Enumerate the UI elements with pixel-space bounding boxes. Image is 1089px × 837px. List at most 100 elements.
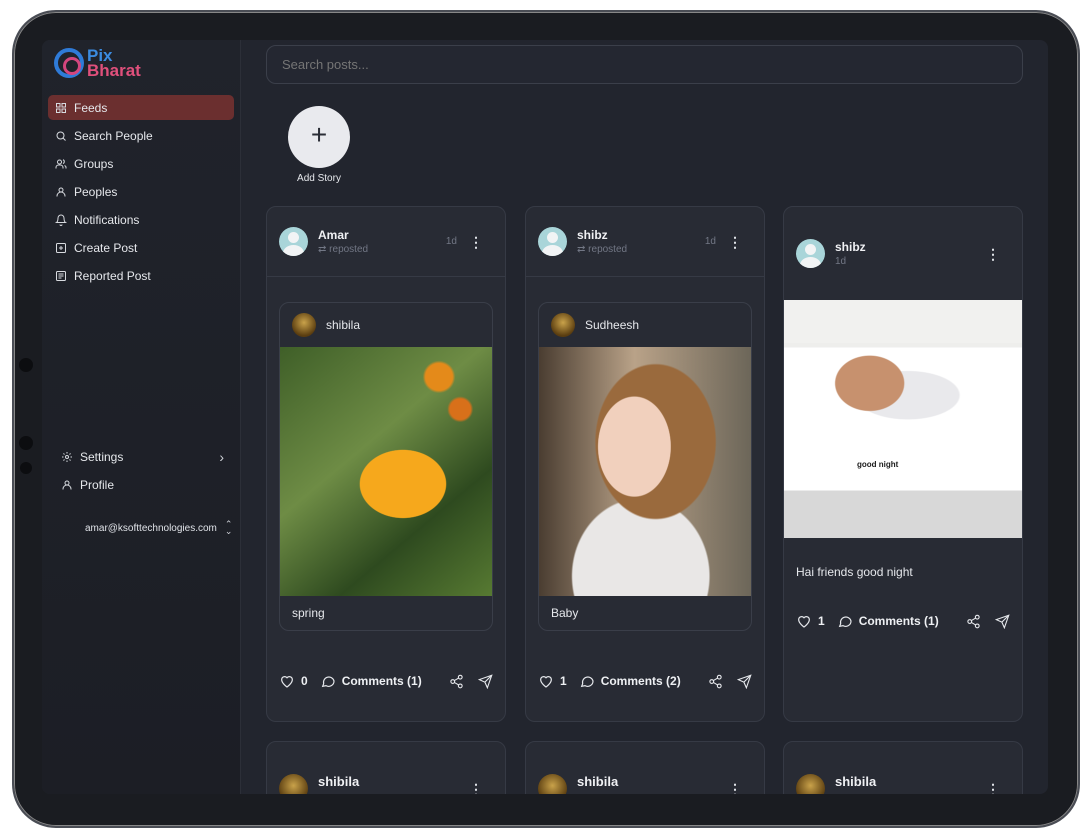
avatar[interactable]: [538, 227, 567, 256]
repost-label: ⇄ reposted: [318, 244, 369, 255]
avatar[interactable]: [796, 239, 825, 268]
avatar[interactable]: [551, 313, 575, 337]
like-count: 1: [818, 614, 825, 628]
comments-label: Comments (1): [858, 614, 939, 628]
sidebar-nav: Feeds Search People Groups Peoples Notif…: [48, 95, 234, 291]
sidebar-item-peoples[interactable]: Peoples: [48, 179, 234, 204]
post-image[interactable]: [280, 347, 492, 596]
heart-icon: [281, 676, 293, 688]
post-card: shibila ⋮: [783, 741, 1023, 794]
post-caption: Baby: [551, 606, 579, 620]
post-header: shibz ⇄ reposted 1d ⋮: [526, 207, 764, 276]
sidebar-item-profile[interactable]: Profile: [54, 472, 224, 497]
sidebar-item-reported-post[interactable]: Reported Post: [48, 263, 234, 288]
post-actions: 1 Comments (1): [784, 613, 1022, 629]
comments-label: Comments (1): [341, 674, 422, 688]
more-options-icon[interactable]: ⋮: [728, 235, 742, 249]
post-header: shibz 1d ⋮: [784, 207, 1022, 300]
repost-icon: ⇄: [318, 244, 330, 255]
post-author[interactable]: Amar: [318, 228, 368, 242]
app-logo[interactable]: Pix Bharat: [54, 47, 141, 79]
like-count: 1: [560, 674, 567, 688]
comments-button[interactable]: Comments (2): [579, 673, 681, 689]
comments-button[interactable]: Comments (1): [837, 613, 939, 629]
add-story[interactable]: + Add Story: [287, 106, 351, 184]
image-overlay-text: good night: [857, 460, 899, 469]
sidebar-item-create-post[interactable]: Create Post: [48, 235, 234, 260]
app-screen: Pix Bharat Feeds Search People Groups Pe…: [42, 40, 1048, 794]
more-options-icon[interactable]: ⋮: [728, 782, 742, 794]
post-author[interactable]: shibz: [835, 240, 866, 254]
share-icon[interactable]: [449, 674, 464, 689]
post-author[interactable]: shibila: [577, 774, 618, 789]
camera-dot: [19, 358, 33, 372]
users-icon: [55, 158, 67, 168]
avatar[interactable]: [279, 774, 308, 794]
send-icon[interactable]: [737, 673, 752, 689]
post-card: shibz 1d ⋮ good night Hai friends good n…: [783, 206, 1023, 722]
sidebar: Pix Bharat Feeds Search People Groups Pe…: [42, 40, 241, 794]
sidebar-item-notifications[interactable]: Notifications: [48, 207, 234, 232]
comments-button[interactable]: Comments (1): [320, 673, 422, 689]
heart-icon: [798, 616, 810, 628]
camera-dot: [20, 462, 32, 474]
post-image[interactable]: good night: [784, 300, 1022, 538]
share-icon[interactable]: [708, 674, 723, 689]
post-time: 1d: [445, 236, 457, 247]
post-header: Amar ⇄ reposted 1d ⋮: [267, 207, 505, 276]
post-card: Amar ⇄ reposted 1d ⋮ shibila spring 0 Co…: [266, 206, 506, 722]
repost-icon: ⇄: [577, 244, 589, 255]
plus-square-icon: [56, 242, 66, 253]
post-author[interactable]: shibila: [835, 774, 876, 789]
sidebar-item-label: Notifications: [74, 212, 140, 227]
sidebar-item-search-people[interactable]: Search People: [48, 123, 234, 148]
camera-dot: [19, 436, 33, 450]
search-icon: [56, 131, 66, 141]
post-time: 1d: [704, 236, 716, 247]
original-author[interactable]: shibila: [326, 318, 360, 332]
account-switcher[interactable]: amar@ksofttechnologies.com ⌃ ⌄: [85, 520, 232, 536]
avatar[interactable]: [279, 227, 308, 256]
post-card: shibila ⋮: [266, 741, 506, 794]
more-options-icon[interactable]: ⋮: [986, 247, 1000, 261]
grid-icon: [56, 102, 66, 113]
post-author[interactable]: shibila: [318, 774, 359, 789]
sidebar-item-label: Feeds: [74, 100, 108, 115]
sidebar-item-label: Reported Post: [74, 268, 151, 283]
logo-icon: [54, 48, 84, 78]
divider: [526, 276, 764, 277]
sidebar-item-label: Profile: [80, 477, 115, 492]
like-count: 0: [301, 674, 308, 688]
reposted-content: Sudheesh Baby: [538, 302, 752, 631]
share-icon[interactable]: [966, 614, 981, 629]
avatar[interactable]: [292, 313, 316, 337]
post-time: 1d: [835, 256, 847, 267]
like-button[interactable]: 1: [538, 673, 567, 689]
feed-main: + Add Story Amar ⇄ reposted 1d ⋮ shibila: [241, 40, 1048, 794]
search-input[interactable]: [266, 45, 1023, 84]
newspaper-icon: [56, 270, 66, 281]
post-caption: spring: [292, 606, 325, 620]
sidebar-item-feeds[interactable]: Feeds: [48, 95, 234, 120]
send-icon[interactable]: [995, 613, 1010, 629]
sidebar-item-settings[interactable]: Settings ›: [54, 444, 224, 469]
bell-icon: [55, 214, 67, 226]
more-options-icon[interactable]: ⋮: [469, 235, 483, 249]
like-button[interactable]: 1: [796, 613, 825, 629]
post-image[interactable]: [539, 347, 751, 596]
send-icon[interactable]: [478, 673, 493, 689]
avatar[interactable]: [538, 774, 567, 794]
post-author[interactable]: shibz: [577, 228, 627, 242]
reposted-content: shibila spring: [279, 302, 493, 631]
account-email: amar@ksofttechnologies.com: [85, 522, 217, 534]
plus-icon[interactable]: +: [288, 106, 350, 168]
avatar[interactable]: [796, 774, 825, 794]
more-options-icon[interactable]: ⋮: [469, 782, 483, 794]
more-options-icon[interactable]: ⋮: [986, 782, 1000, 794]
divider: [267, 276, 505, 277]
add-story-label: Add Story: [297, 173, 341, 184]
sidebar-item-label: Settings: [80, 449, 124, 464]
like-button[interactable]: 0: [279, 673, 308, 689]
original-author[interactable]: Sudheesh: [585, 318, 639, 332]
sidebar-item-groups[interactable]: Groups: [48, 151, 234, 176]
